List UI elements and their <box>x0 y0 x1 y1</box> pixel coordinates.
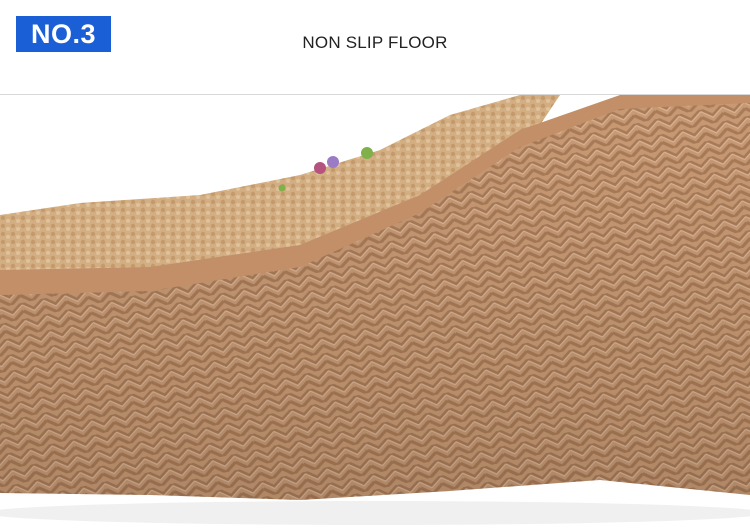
sandal-sole-image <box>0 95 750 525</box>
product-page: NO.3 NON SLIP FLOOR <box>0 0 750 528</box>
product-photo <box>0 95 750 528</box>
floor-shadow <box>0 501 750 525</box>
flower-accent <box>361 147 373 159</box>
section-title: NON SLIP FLOOR <box>302 33 448 52</box>
section-header: NO.3 NON SLIP FLOOR <box>0 0 750 95</box>
flower-accent <box>278 184 286 192</box>
flower-accent <box>314 162 326 174</box>
flower-accent <box>327 156 339 168</box>
